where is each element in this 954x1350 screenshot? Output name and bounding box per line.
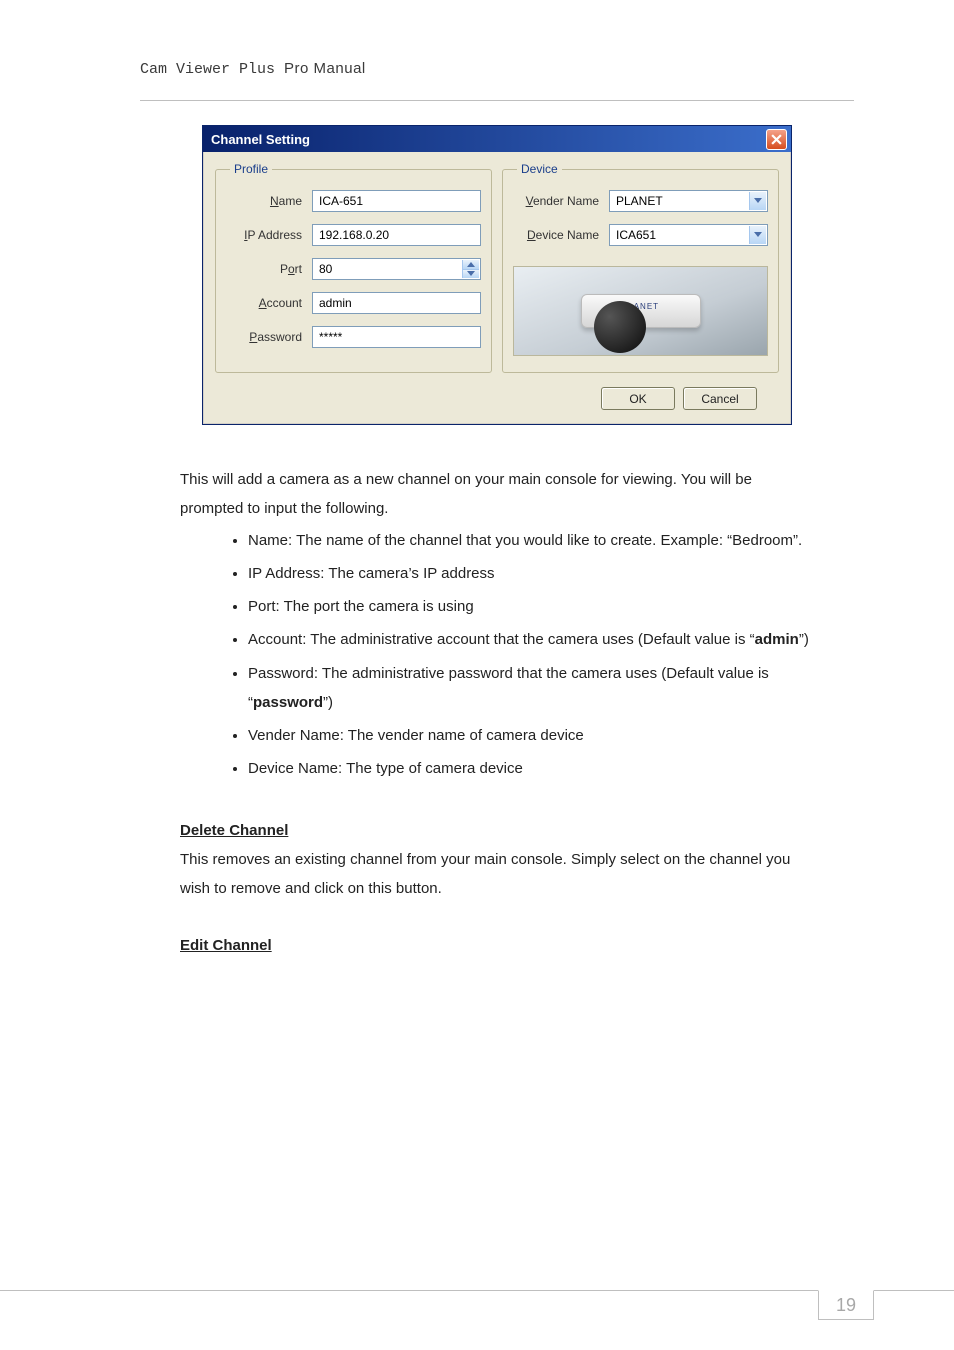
delete-channel-heading: Delete Channel: [180, 816, 288, 845]
ip-label: IP Address: [226, 228, 312, 242]
page-footer: 19: [0, 1290, 954, 1320]
name-input[interactable]: ICA-651: [312, 190, 481, 212]
profile-group: Profile Name ICA-651 IP Address 192.168.…: [215, 162, 492, 373]
header-heavy: Pro Manual: [284, 60, 366, 77]
vendor-label: Vender Name: [513, 194, 609, 208]
intro-paragraph: This will add a camera as a new channel …: [180, 465, 814, 524]
spinner-down-icon[interactable]: [462, 269, 479, 279]
account-label: Account: [226, 296, 312, 310]
name-label: Name: [226, 194, 312, 208]
close-button[interactable]: [766, 129, 787, 150]
vendor-select[interactable]: PLANET: [609, 190, 768, 212]
device-name-label: Device Name: [513, 228, 609, 242]
profile-legend: Profile: [230, 162, 272, 176]
delete-channel-text: This removes an existing channel from yo…: [180, 845, 814, 904]
page-number: 19: [818, 1290, 874, 1320]
page-header: Cam Viewer Plus Pro Manual: [140, 60, 854, 78]
cancel-button[interactable]: Cancel: [683, 387, 757, 410]
device-group: Device Vender Name PLANET Device Name: [502, 162, 779, 373]
list-item: Vender Name: The vender name of camera d…: [248, 721, 814, 750]
chevron-down-icon[interactable]: [749, 192, 766, 210]
list-item: Password: The administrative password th…: [248, 659, 814, 718]
port-spinner[interactable]: [462, 260, 479, 278]
list-item: Name: The name of the channel that you w…: [248, 526, 814, 555]
body-text: This will add a camera as a new channel …: [140, 465, 854, 961]
password-input[interactable]: *****: [312, 326, 481, 348]
device-preview-image: PLANET: [513, 266, 768, 356]
password-label: Password: [226, 330, 312, 344]
dialog-titlebar: Channel Setting: [203, 126, 791, 152]
port-input[interactable]: 80: [312, 258, 481, 280]
bullet-list: Name: The name of the channel that you w…: [180, 526, 814, 784]
channel-setting-dialog: Channel Setting Profile Name ICA-651: [202, 125, 792, 425]
device-name-select[interactable]: ICA651: [609, 224, 768, 246]
ok-button[interactable]: OK: [601, 387, 675, 410]
account-input[interactable]: admin: [312, 292, 481, 314]
list-item: Port: The port the camera is using: [248, 592, 814, 621]
list-item: Account: The administrative account that…: [248, 625, 814, 654]
header-light: Cam Viewer Plus: [140, 61, 284, 78]
port-label: Port: [226, 262, 312, 276]
edit-channel-heading: Edit Channel: [180, 931, 272, 960]
ip-input[interactable]: 192.168.0.20: [312, 224, 481, 246]
list-item: IP Address: The camera’s IP address: [248, 559, 814, 588]
dialog-title: Channel Setting: [211, 132, 766, 147]
close-icon: [771, 134, 782, 145]
device-legend: Device: [517, 162, 562, 176]
header-rule: [140, 100, 854, 101]
spinner-up-icon[interactable]: [462, 260, 479, 269]
chevron-down-icon[interactable]: [749, 226, 766, 244]
list-item: Device Name: The type of camera device: [248, 754, 814, 783]
camera-dome-icon: [594, 301, 646, 353]
